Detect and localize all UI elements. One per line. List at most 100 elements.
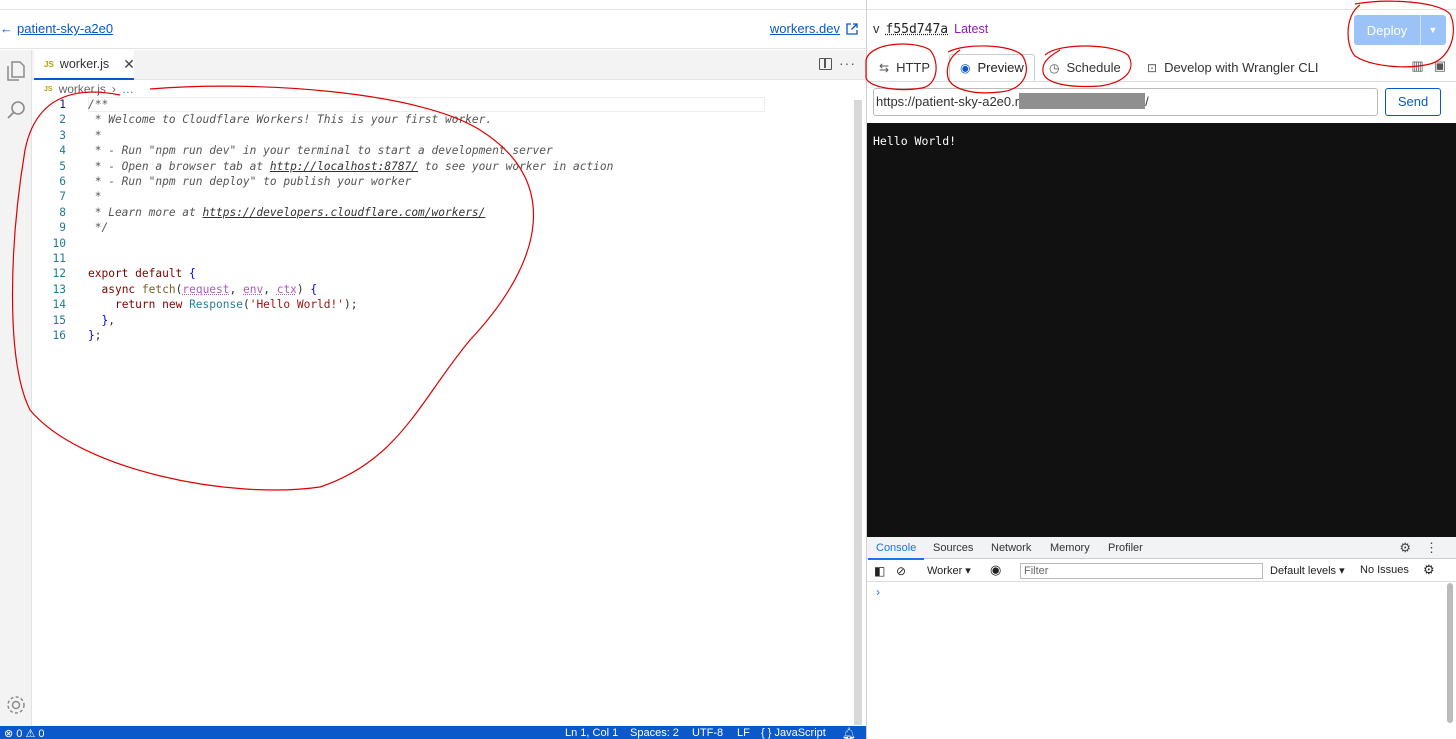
bell-icon[interactable]: 🔔︎ bbox=[842, 727, 856, 739]
cursor-position[interactable]: Ln 1, Col 1 bbox=[565, 727, 618, 739]
close-icon[interactable]: ✕ bbox=[123, 56, 135, 73]
clock-icon: ◷ bbox=[1049, 60, 1060, 75]
clear-console-icon[interactable]: ⊘ bbox=[896, 564, 906, 578]
editor-scrollbar[interactable] bbox=[852, 97, 866, 725]
line-number: 7 bbox=[59, 190, 66, 204]
book-icon[interactable]: ▥ bbox=[1411, 58, 1423, 74]
workers-dev-link[interactable]: workers.dev bbox=[770, 21, 858, 36]
console-scrollbar[interactable] bbox=[1447, 583, 1453, 723]
console-toolbar: ◧ ⊘ Worker ▾ ◉ Filter Default levels ▾ N… bbox=[867, 560, 1456, 582]
more-actions-icon[interactable]: ··· bbox=[839, 55, 856, 71]
code-line: * - Open a browser tab at http://localho… bbox=[88, 159, 614, 173]
line-number: 1 bbox=[59, 98, 66, 111]
line-number: 6 bbox=[59, 175, 66, 188]
url-suffix: / bbox=[1145, 94, 1149, 109]
send-button[interactable]: Send bbox=[1385, 88, 1441, 116]
version-header: v f55d747a Latest Deploy ▼ bbox=[867, 9, 1456, 49]
tab-label: Preview bbox=[977, 60, 1024, 75]
preview-pane: Hello World! bbox=[867, 123, 1456, 537]
line-number: 14 bbox=[52, 298, 66, 312]
preview-url-input[interactable]: https://patient-sky-a2e0.r / bbox=[873, 88, 1378, 116]
gear-icon[interactable] bbox=[4, 693, 28, 717]
eye-icon: ◉ bbox=[960, 60, 971, 75]
code-line: * bbox=[88, 190, 102, 204]
project-name: patient-sky-a2e0 bbox=[17, 21, 114, 36]
chat-icon[interactable]: ▣ bbox=[1434, 58, 1446, 74]
code-editor[interactable]: 1 /** 2 * Welcome to Cloudflare Workers! … bbox=[32, 97, 866, 725]
search-icon[interactable] bbox=[4, 98, 28, 122]
tab-network[interactable]: Network bbox=[991, 542, 1031, 554]
encoding[interactable]: UTF-8 bbox=[692, 727, 723, 739]
context-selector[interactable]: Worker ▾ bbox=[927, 564, 971, 577]
tab-label: Schedule bbox=[1066, 60, 1121, 75]
code-line: }, bbox=[101, 313, 115, 327]
arrows-icon: ⇆ bbox=[879, 60, 890, 75]
deploy-button[interactable]: Deploy ▼ bbox=[1354, 15, 1446, 45]
tab-console[interactable]: Console bbox=[867, 542, 925, 560]
code-line: * - Run "npm run deploy" to publish your… bbox=[88, 175, 412, 188]
code-line: export default { bbox=[88, 267, 196, 281]
tab-worker-js[interactable]: JS worker.js ✕ bbox=[34, 50, 135, 80]
version-hash[interactable]: f55d747a bbox=[886, 22, 949, 37]
console-prompt[interactable]: › bbox=[876, 585, 880, 599]
url-text: https://patient-sky-a2e0.r bbox=[876, 94, 1020, 109]
line-number: 11 bbox=[52, 252, 66, 265]
tab-memory[interactable]: Memory bbox=[1050, 542, 1090, 554]
activity-bar bbox=[0, 50, 32, 726]
explorer-files-icon[interactable] bbox=[4, 59, 28, 83]
line-number: 13 bbox=[52, 282, 66, 296]
line-number: 15 bbox=[52, 313, 66, 327]
line-number: 8 bbox=[59, 205, 66, 219]
console-filter-input[interactable]: Filter bbox=[1020, 563, 1263, 579]
sidebar-toggle-icon[interactable]: ◧ bbox=[874, 564, 885, 578]
workers-dev-label: workers.dev bbox=[769, 21, 840, 36]
breadcrumb: JS worker.js › … bbox=[44, 82, 134, 96]
deploy-label: Deploy bbox=[1366, 22, 1408, 38]
language-mode[interactable]: { } JavaScript bbox=[761, 727, 826, 739]
breadcrumb-more[interactable]: … bbox=[122, 82, 134, 96]
terminal-icon: ⊡ bbox=[1147, 60, 1158, 75]
code-line: async fetch(request, env, ctx) { bbox=[101, 282, 318, 296]
line-number: 12 bbox=[52, 267, 66, 281]
line-number: 5 bbox=[59, 159, 66, 173]
kebab-menu-icon[interactable]: ⋮ bbox=[1425, 540, 1438, 556]
tab-schedule[interactable]: ◷ Schedule bbox=[1039, 54, 1131, 81]
indentation[interactable]: Spaces: 2 bbox=[630, 727, 679, 739]
end-of-line[interactable]: LF bbox=[737, 727, 750, 739]
arrow-left-icon: ← bbox=[0, 21, 13, 36]
tab-http[interactable]: ⇆ HTTP bbox=[869, 54, 940, 81]
settings-icon[interactable]: ⚙ bbox=[1399, 540, 1411, 556]
tab-profiler[interactable]: Profiler bbox=[1108, 542, 1143, 554]
code-line: */ bbox=[88, 221, 109, 235]
chevron-down-icon[interactable]: ▼ bbox=[1420, 15, 1445, 45]
panel-icons: ▥ ▣ bbox=[1411, 58, 1446, 74]
tab-preview[interactable]: ◉ Preview bbox=[949, 54, 1035, 81]
console-settings-icon[interactable]: ⚙ bbox=[1423, 562, 1435, 578]
version-prefix: v bbox=[873, 21, 880, 36]
code-line: return new Response('Hello World!'); bbox=[114, 298, 358, 312]
eye-icon[interactable]: ◉ bbox=[990, 562, 1001, 578]
tab-label: Develop with Wrangler CLI bbox=[1164, 60, 1319, 75]
split-editor-icon[interactable] bbox=[819, 58, 832, 70]
code-line: /** bbox=[88, 98, 109, 111]
breadcrumb-file[interactable]: worker.js bbox=[59, 82, 106, 96]
issues-count[interactable]: No Issues bbox=[1360, 564, 1409, 576]
editor-tabs: JS worker.js ✕ ··· bbox=[32, 50, 866, 80]
line-number: 10 bbox=[52, 236, 66, 250]
scrollbar-thumb[interactable] bbox=[854, 100, 862, 725]
project-header: ← patient-sky-a2e0 workers.dev bbox=[0, 9, 866, 49]
back-link[interactable]: ← patient-sky-a2e0 bbox=[0, 21, 113, 36]
code-line: * - Run "npm run dev" in your terminal t… bbox=[88, 144, 553, 158]
chevron-right-icon: › bbox=[111, 82, 116, 96]
line-number: 9 bbox=[59, 221, 66, 235]
tab-wrangler-cli[interactable]: ⊡ Develop with Wrangler CLI bbox=[1137, 54, 1328, 81]
preview-output: Hello World! bbox=[873, 134, 957, 148]
log-levels-dropdown[interactable]: Default levels ▾ bbox=[1270, 564, 1345, 577]
problems-count[interactable]: ⊗ 0 ⚠ 0 bbox=[4, 727, 44, 739]
tab-sources[interactable]: Sources bbox=[933, 542, 973, 554]
js-file-icon: JS bbox=[44, 59, 54, 69]
tab-label: HTTP bbox=[896, 60, 931, 75]
version-info: v f55d747a Latest bbox=[873, 21, 988, 37]
code-line: * Learn more at https://developers.cloud… bbox=[88, 205, 486, 219]
devtools-tabs: Console Sources Network Memory Profiler … bbox=[867, 537, 1456, 560]
